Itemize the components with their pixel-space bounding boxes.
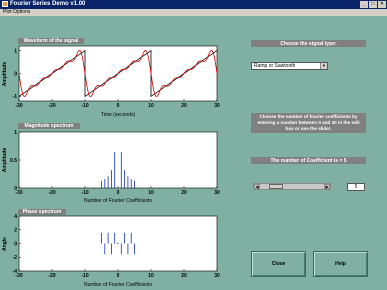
title-bar: Fourier Series Demo v1.00 _ □ × <box>0 0 387 9</box>
magnitude-plot: -30 -20 -10 0 10 20 30 10.50 Amplitude Number … <box>2 130 220 204</box>
waveform-xlabel: Time (seconds) <box>101 112 136 118</box>
magnitude-label: Magnitude spectrum <box>18 123 80 129</box>
phase-ytick-label: 2 <box>14 228 17 234</box>
magnitude-xtick-label: 10 <box>148 190 154 196</box>
menu-plot-options[interactable]: Plot Options <box>3 9 30 15</box>
app-icon <box>2 1 8 7</box>
magnitude-ytick-label: 1 <box>14 130 17 136</box>
phase-ytick-label: -2 <box>13 255 18 261</box>
phase-xtick-label: -20 <box>48 273 55 279</box>
waveform-xtick-label: 10 <box>148 103 154 109</box>
waveform-ytick-label: 0 <box>14 71 17 77</box>
maximize-button[interactable]: □ <box>369 1 377 8</box>
minimize-button[interactable]: _ <box>360 1 368 8</box>
waveform-ylabel: Amplitude <box>2 62 8 87</box>
phase-xlabel: Number of Fourier Coefficients <box>84 282 152 288</box>
phase-xtick-label: 30 <box>214 273 220 279</box>
phase-xtick-label: -10 <box>81 273 88 279</box>
magnitude-xtick-label: 20 <box>181 190 187 196</box>
instructions-text: Choose the number of fourier coefficient… <box>251 113 366 133</box>
phase-xtick-label: 20 <box>181 273 187 279</box>
phase-ytick-label: -4 <box>13 269 18 275</box>
magnitude-xtick-label: -10 <box>81 190 88 196</box>
signal-type-value: Ramp or Sawtooth <box>254 63 296 69</box>
waveform-xtick-label: -30 <box>15 103 22 109</box>
coeff-slider[interactable]: ◀ ▶ <box>253 183 331 190</box>
help-button[interactable]: Help <box>313 251 368 277</box>
phase-ytick-label: 0 <box>14 241 17 247</box>
close-window-button[interactable]: × <box>378 1 386 8</box>
waveform-xtick-label: 0 <box>117 103 120 109</box>
window-title: Fourier Series Demo v1.00 <box>10 1 86 7</box>
coeff-edit-box[interactable]: 5 <box>347 183 365 191</box>
signal-type-select[interactable]: Ramp or Sawtooth ▼ <box>251 62 328 70</box>
waveform-ytick-label: 1 <box>14 48 17 54</box>
phase-ylabel: Angle <box>2 237 8 251</box>
magnitude-ytick-label: 0.5 <box>10 158 17 164</box>
magnitude-xtick-label: 30 <box>214 190 220 196</box>
magnitude-axes <box>18 131 218 189</box>
waveform-xtick-label: -10 <box>81 103 88 109</box>
magnitude-xtick-label: 0 <box>117 190 120 196</box>
magnitude-ylabel: Amplitude <box>2 148 8 173</box>
slider-thumb[interactable] <box>269 184 283 189</box>
close-button[interactable]: Close <box>251 251 306 277</box>
magnitude-xtick-label: -20 <box>48 190 55 196</box>
main-window: Fourier Series Demo v1.00 _ □ × Plot Opt… <box>0 0 387 290</box>
chevron-down-icon: ▼ <box>320 63 327 69</box>
phase-xtick-label: 10 <box>148 273 154 279</box>
phase-ytick-label: 4 <box>14 214 17 220</box>
waveform-plot: -30 -20 -10 0 10 20 30 10-1 Amplitude Time (se… <box>2 45 220 118</box>
window-controls: _ □ × <box>360 1 386 8</box>
waveform-xtick-label: 20 <box>181 103 187 109</box>
slider-left-arrow-icon[interactable]: ◀ <box>254 184 260 189</box>
waveform-xtick-label: 30 <box>214 103 220 109</box>
signal-type-label: Choose the signal type: <box>251 40 366 47</box>
slider-right-arrow-icon[interactable]: ▶ <box>324 184 330 189</box>
phase-plot: -30 -20 -10 0 10 20 30 420-2-4 Angle Number of… <box>2 214 220 288</box>
waveform-ytick-label: -1 <box>13 94 18 100</box>
phase-xtick-label: 0 <box>117 273 120 279</box>
phase-point <box>117 242 119 245</box>
coeff-count-label: The number of Coefficient is = 5 <box>251 157 366 164</box>
magnitude-xlabel: Number of Fourier Coefficients <box>84 198 152 204</box>
menu-bar: Plot Options <box>0 9 387 16</box>
magnitude-ytick-label: 0 <box>14 186 17 192</box>
waveform-xtick-label: -20 <box>48 103 55 109</box>
